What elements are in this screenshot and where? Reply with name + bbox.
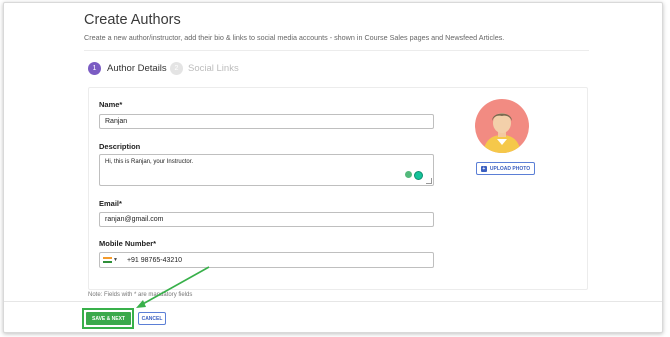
- app-window: Create Authors Create a new author/instr…: [3, 2, 663, 333]
- annotation-arrow-icon: [136, 266, 210, 308]
